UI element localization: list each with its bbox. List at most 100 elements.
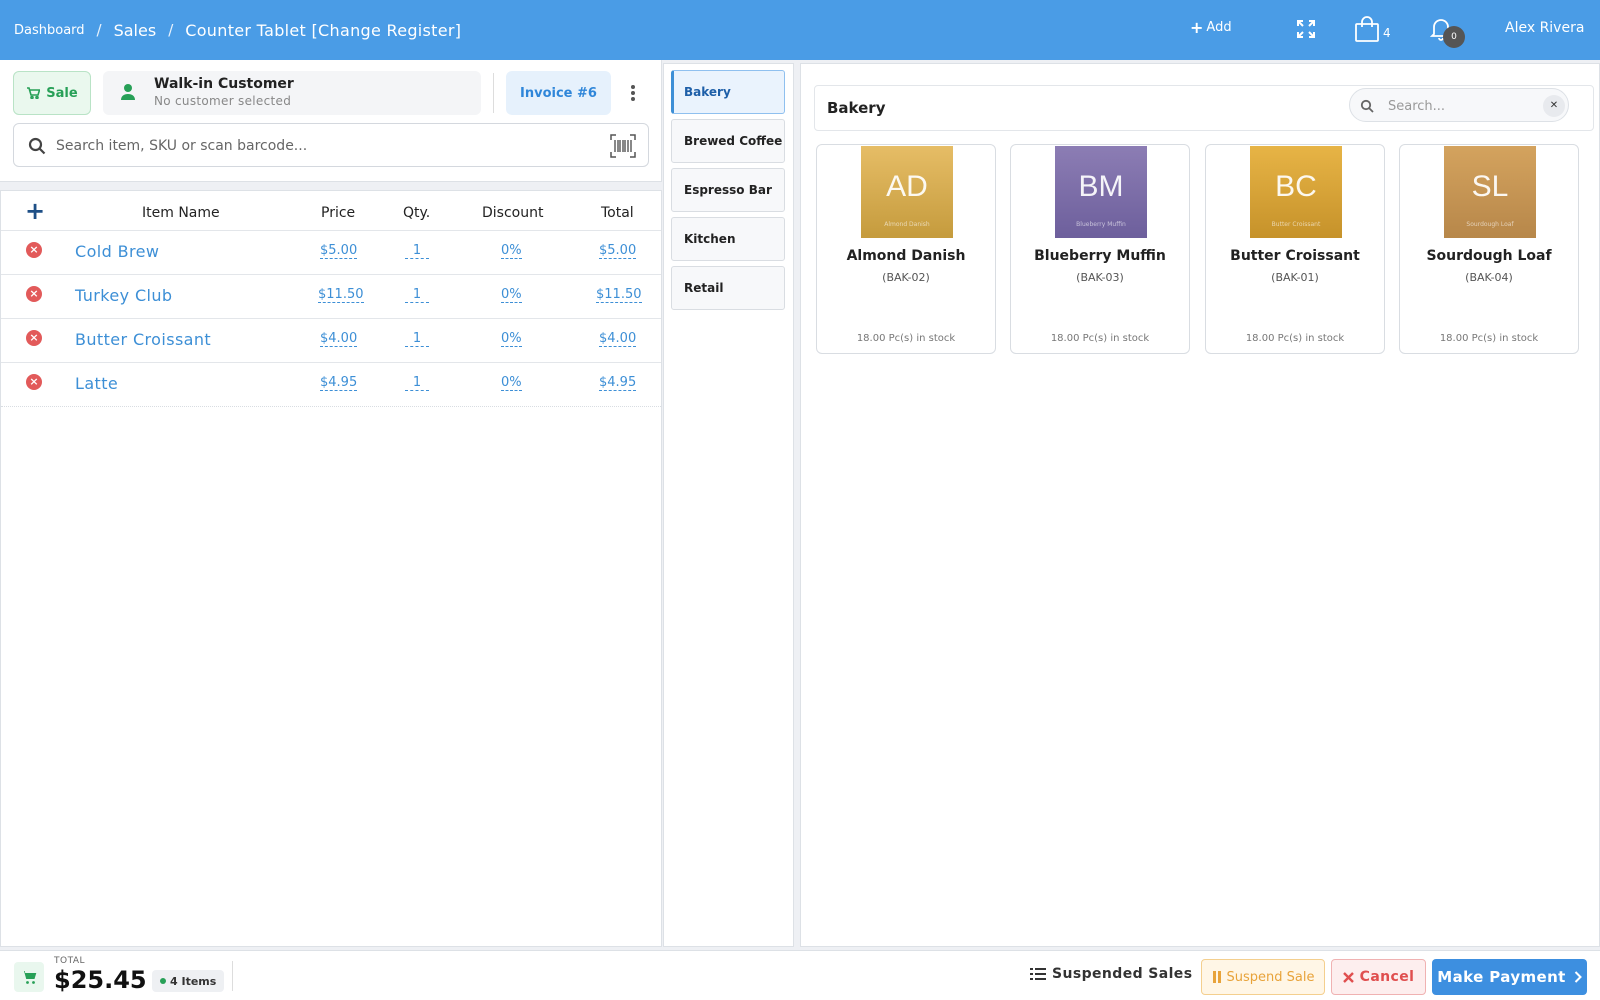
search-icon [28, 137, 46, 155]
product-panel-header: Bakery ✕ [814, 85, 1594, 131]
product-image: SL Sourdough Loaf [1444, 146, 1536, 238]
plus-icon: + [1190, 17, 1204, 37]
item-discount[interactable]: 0% [501, 243, 522, 259]
sale-mode-button[interactable]: Sale [13, 71, 91, 115]
item-total[interactable]: $11.50 [596, 287, 642, 303]
col-discount: Discount [482, 205, 544, 221]
item-price[interactable]: $4.00 [320, 331, 358, 347]
shopping-bag-icon[interactable] [1354, 15, 1380, 43]
total-value: $25.45 [54, 966, 147, 994]
item-name[interactable]: Butter Croissant [75, 330, 211, 349]
product-image-initials: AD [886, 170, 928, 203]
item-search-field [13, 123, 649, 167]
category-retail[interactable]: Retail [671, 266, 785, 310]
clear-search-icon[interactable]: ✕ [1543, 95, 1565, 117]
item-discount[interactable]: 0% [501, 331, 522, 347]
cart-count: 4 [1383, 26, 1391, 40]
item-name[interactable]: Latte [75, 374, 118, 393]
product-stock: 18.00 Pc(s) in stock [856, 333, 956, 344]
item-price[interactable]: $5.00 [320, 243, 358, 259]
pause-icon [1212, 971, 1221, 983]
add-button[interactable]: + Add [1190, 17, 1232, 37]
item-name[interactable]: Cold Brew [75, 242, 159, 261]
product-stock: 18.00 Pc(s) in stock [1050, 333, 1150, 344]
product-name: Almond Danish [846, 248, 966, 264]
product-stock: 18.00 Pc(s) in stock [1245, 333, 1345, 344]
remove-item-icon[interactable]: × [26, 374, 42, 390]
checkout-bar: TOTAL $25.45 4 Items Suspended Sales Sus… [0, 950, 1600, 1000]
table-row: × Turkey Club $11.50 1 0% $11.50 [1, 275, 661, 319]
product-card-butter-croissant[interactable]: BC Butter Croissant Butter Croissant (BA… [1205, 144, 1385, 354]
category-bakery[interactable]: Bakery [671, 70, 785, 114]
category-kitchen[interactable]: Kitchen [671, 217, 785, 261]
suspend-sale-button[interactable]: Suspend Sale [1201, 959, 1325, 995]
col-item-name: Item Name [142, 205, 220, 221]
add-label: Add [1206, 20, 1232, 35]
product-category-title: Bakery [827, 99, 886, 117]
product-sku: (BAK-01) [1271, 271, 1319, 284]
breadcrumb-current-register[interactable]: Counter Tablet [Change Register] [185, 21, 461, 40]
top-bar: Dashboard / Sales / Counter Tablet [Chan… [0, 0, 1600, 60]
status-dot [160, 978, 166, 984]
item-count-label: 4 Items [170, 974, 217, 988]
add-row-icon[interactable]: + [25, 197, 45, 225]
invoice-button[interactable]: Invoice #6 [506, 71, 611, 115]
table-row: × Butter Croissant $4.00 1 0% $4.00 [1, 319, 661, 363]
fullscreen-icon[interactable] [1296, 19, 1316, 39]
item-total[interactable]: $5.00 [599, 243, 637, 259]
sale-label: Sale [46, 85, 78, 101]
product-card-almond-danish[interactable]: AD Almond Danish Almond Danish (BAK-02) … [816, 144, 996, 354]
product-image: BM Blueberry Muffin [1055, 146, 1147, 238]
more-options-icon[interactable] [626, 82, 640, 104]
item-discount[interactable]: 0% [501, 287, 522, 303]
category-list: Bakery Brewed Coffee Espresso Bar Kitche… [663, 63, 794, 947]
item-qty[interactable]: 1 [405, 287, 429, 303]
product-stock: 18.00 Pc(s) in stock [1439, 333, 1539, 344]
product-image-caption: Sourdough Loaf [1466, 221, 1514, 228]
category-espresso-bar[interactable]: Espresso Bar [671, 168, 785, 212]
item-price[interactable]: $4.95 [320, 375, 358, 391]
product-image-caption: Almond Danish [884, 221, 930, 228]
cart-icon [14, 962, 44, 992]
item-total[interactable]: $4.00 [599, 331, 637, 347]
remove-item-icon[interactable]: × [26, 242, 42, 258]
item-discount[interactable]: 0% [501, 375, 522, 391]
cart-icon [27, 87, 41, 99]
item-total[interactable]: $4.95 [599, 375, 637, 391]
chevron-right-icon [1574, 971, 1582, 983]
item-search-input[interactable] [56, 132, 596, 160]
cancel-label: Cancel [1359, 969, 1415, 985]
item-name[interactable]: Turkey Club [75, 286, 172, 305]
category-brewed-coffee[interactable]: Brewed Coffee [671, 119, 785, 163]
item-count-badge: 4 Items [152, 970, 225, 992]
customer-subtitle: No customer selected [154, 94, 292, 108]
item-qty[interactable]: 1 [405, 331, 429, 347]
product-search-input[interactable] [1388, 95, 1538, 117]
remove-item-icon[interactable]: × [26, 286, 42, 302]
divider [493, 73, 494, 113]
item-qty[interactable]: 1 [405, 243, 429, 259]
customer-panel: Sale Walk-in Customer No customer select… [0, 60, 662, 182]
user-menu[interactable]: Alex Rivera [1505, 20, 1584, 36]
product-name: Sourdough Loaf [1426, 248, 1552, 264]
product-image: BC Butter Croissant [1250, 146, 1342, 238]
breadcrumb-separator: / [96, 21, 102, 39]
breadcrumb-sales[interactable]: Sales [114, 21, 157, 40]
product-card-sourdough-loaf[interactable]: SL Sourdough Loaf Sourdough Loaf (BAK-04… [1399, 144, 1579, 354]
barcode-scan-icon[interactable] [610, 134, 636, 158]
divider [232, 961, 233, 991]
total-label: TOTAL [54, 956, 86, 966]
breadcrumb-dashboard[interactable]: Dashboard [14, 23, 85, 38]
customer-selector[interactable]: Walk-in Customer No customer selected [103, 71, 481, 115]
product-card-blueberry-muffin[interactable]: BM Blueberry Muffin Blueberry Muffin (BA… [1010, 144, 1190, 354]
product-grid-panel: Bakery ✕ AD Almond Danish Almond Danish … [800, 63, 1600, 947]
item-price[interactable]: $11.50 [318, 287, 364, 303]
suspended-sales-button[interactable]: Suspended Sales [1030, 966, 1192, 982]
item-qty[interactable]: 1 [405, 375, 429, 391]
cancel-button[interactable]: Cancel [1331, 959, 1426, 995]
product-sku: (BAK-02) [882, 271, 930, 284]
notification-badge: 0 [1443, 26, 1465, 48]
remove-item-icon[interactable]: × [26, 330, 42, 346]
make-payment-button[interactable]: Make Payment [1432, 959, 1587, 995]
table-header: + Item Name Price Qty. Discount Total [1, 191, 661, 231]
